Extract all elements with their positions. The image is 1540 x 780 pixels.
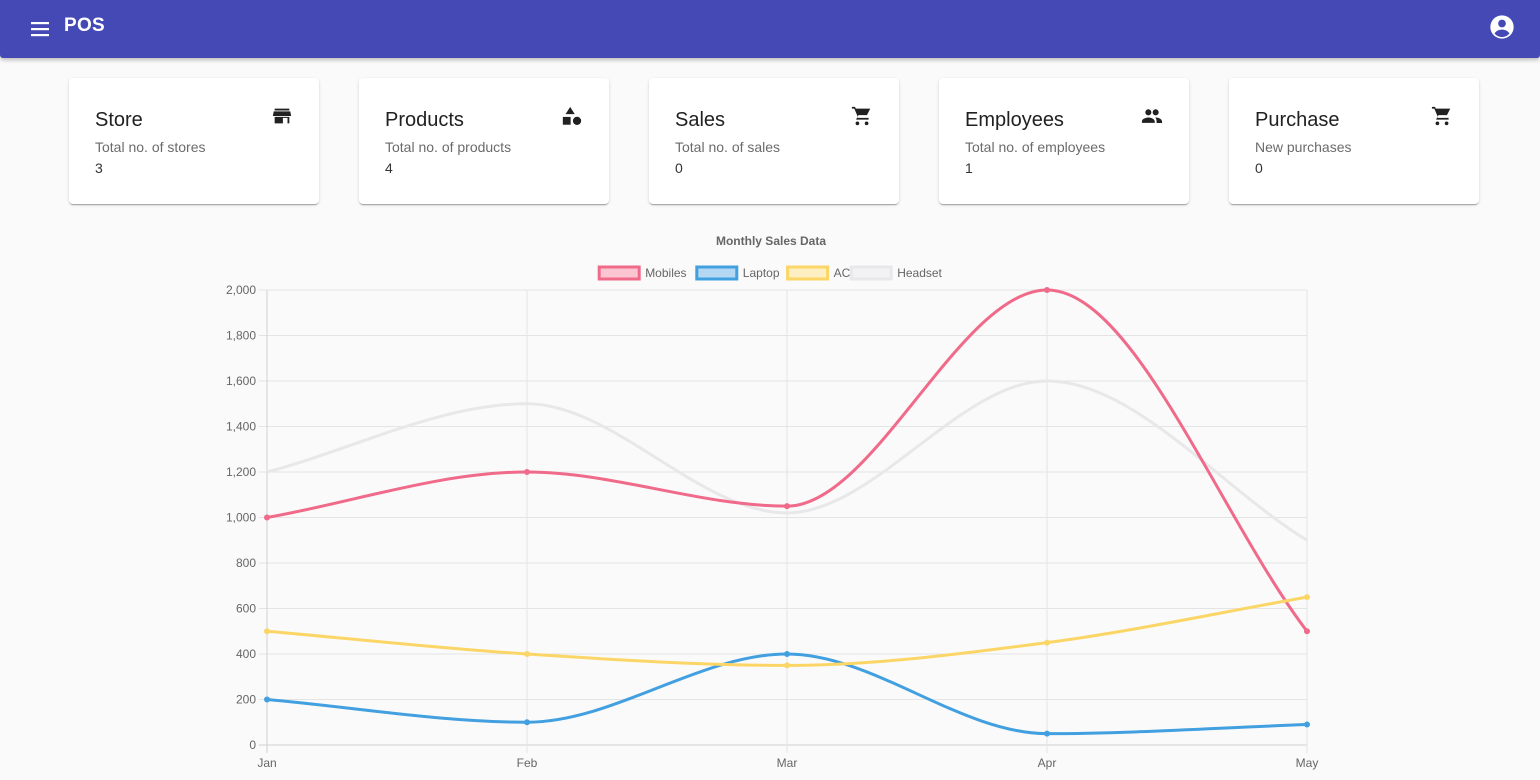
y-tick-label: 800 [236,556,256,570]
app-title: POS [64,15,106,36]
shopping-cart-icon [851,105,873,127]
legend-label-mobiles[interactable]: Mobiles [645,266,686,280]
card-title: Products [385,109,464,131]
employees-card[interactable]: Employees Total no. of employees 1 [939,78,1189,204]
data-point-ac[interactable] [264,628,270,635]
chart-legend: Mobiles Laptop AC Headset [597,265,943,281]
data-point-mobiles[interactable] [1304,628,1310,635]
card-value: 0 [675,160,683,176]
card-title: Employees [965,109,1064,131]
data-point-mobiles[interactable] [264,514,270,521]
data-point-ac[interactable] [1044,639,1050,646]
store-icon [271,105,293,127]
legend-swatch-ac[interactable] [786,265,830,281]
card-subtitle: Total no. of sales [675,139,781,155]
category-shapes-icon [561,105,583,127]
y-tick-label: 1,800 [226,329,256,343]
data-point-laptop[interactable] [1044,730,1050,737]
account-circle-icon[interactable] [1488,13,1516,41]
sales-card[interactable]: Sales Total no. of sales 0 [649,78,899,204]
y-tick-label: 600 [236,602,256,616]
data-point-laptop[interactable] [264,696,270,703]
x-tick-label: May [1296,756,1319,770]
legend-label-laptop[interactable]: Laptop [743,266,780,280]
chart-grid [259,289,1308,753]
y-tick-label: 1,400 [226,420,256,434]
store-card[interactable]: Store Total no. of stores 3 [69,78,319,204]
x-tick-label: Mar [777,756,798,770]
y-axis: 0 200 400 600 800 1,000 1,200 1,400 1,600 1,800 2,… [226,283,256,752]
products-card[interactable]: Products Total no. of products 4 [359,78,609,204]
x-axis: Jan Feb Mar Apr May [257,756,1318,770]
app-bar: POS [0,0,1540,58]
card-subtitle: Total no. of products [385,139,512,155]
card-value: 0 [1255,160,1263,176]
legend-label-headset[interactable]: Headset [897,266,942,280]
legend-label-ac[interactable]: AC [834,266,851,280]
purchase-card[interactable]: Purchase New purchases 0 [1229,78,1479,204]
legend-swatch-mobiles[interactable] [597,265,641,281]
chart-title: Monthly Sales Data [716,234,826,248]
legend-swatch-laptop[interactable] [695,265,739,281]
data-point-mobiles[interactable] [1044,287,1050,293]
y-tick-label: 1,000 [226,511,256,525]
shopping-cart-icon [1431,105,1453,127]
data-point-ac[interactable] [1304,594,1310,601]
card-title: Store [95,109,143,131]
y-tick-label: 2,000 [226,283,256,297]
x-tick-label: Jan [257,756,276,770]
y-tick-label: 1,200 [226,465,256,479]
x-tick-label: Feb [517,756,538,770]
card-subtitle: New purchases [1255,139,1352,155]
card-subtitle: Total no. of stores [95,139,206,155]
card-value: 1 [965,160,973,176]
card-value: 4 [385,160,393,176]
card-value: 3 [95,160,103,176]
y-tick-label: 1,600 [226,374,256,388]
card-title: Purchase [1255,109,1340,131]
monthly-sales-chart: Monthly Sales Data Mobiles Laptop AC Headse… [0,224,1540,780]
data-point-ac[interactable] [524,651,530,657]
x-tick-label: Apr [1038,756,1057,770]
y-tick-label: 0 [249,738,256,752]
y-tick-label: 400 [236,647,256,661]
chart-canvas: Monthly Sales Data Mobiles Laptop AC Headse… [226,234,1318,770]
data-point-mobiles[interactable] [524,469,530,475]
data-point-ac[interactable] [784,662,790,669]
y-tick-label: 200 [236,693,256,707]
card-title: Sales [675,109,726,131]
data-point-laptop[interactable] [784,651,790,657]
card-subtitle: Total no. of employees [965,139,1106,155]
data-point-laptop[interactable] [524,719,530,726]
people-icon [1141,105,1163,127]
menu-icon[interactable] [24,13,56,45]
data-point-mobiles[interactable] [784,503,790,510]
legend-swatch-headset[interactable] [849,265,893,281]
data-point-laptop[interactable] [1304,721,1310,728]
